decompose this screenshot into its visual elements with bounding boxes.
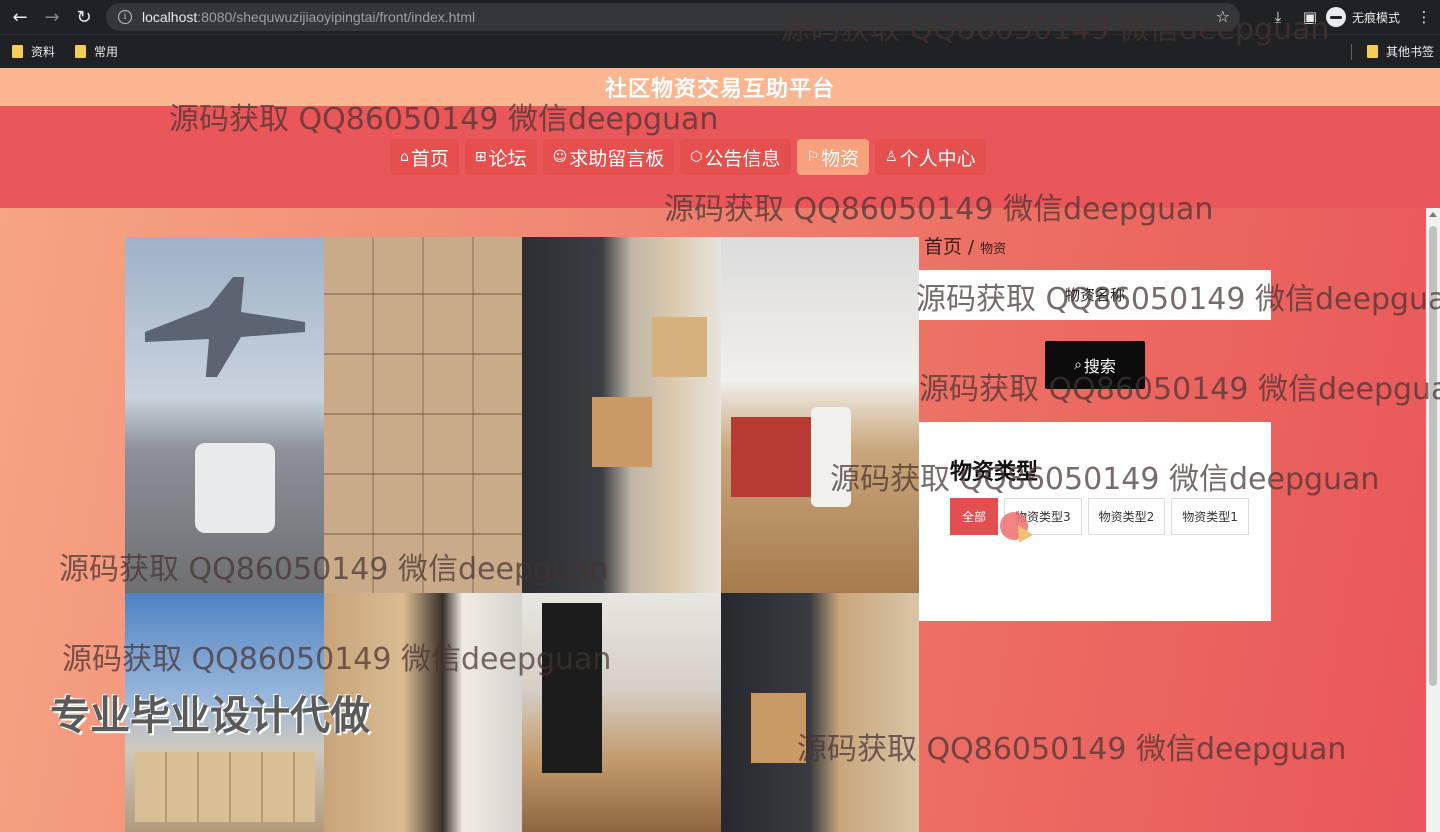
category-title: 物资类型 — [950, 460, 1039, 485]
goods-image[interactable] — [522, 593, 721, 832]
category-tag-all[interactable]: 全部 — [950, 498, 999, 535]
folder-icon — [12, 45, 23, 58]
goods-image[interactable] — [323, 237, 522, 593]
site-header: 社区物资交易互助平台 — [0, 68, 1440, 106]
scroll-thumb[interactable] — [1429, 226, 1437, 686]
scroll-up-arrow[interactable] — [1429, 212, 1437, 217]
goods-image[interactable] — [522, 237, 721, 593]
user-icon: ♙ — [885, 149, 898, 165]
download-icon[interactable]: ⤓ — [1262, 8, 1294, 26]
nav-announcements[interactable]: ⬡ 公告信息 — [680, 139, 791, 175]
page-scrollbar[interactable] — [1426, 208, 1440, 832]
goods-gallery — [125, 237, 919, 832]
incognito-icon — [1325, 7, 1346, 27]
category-tag[interactable]: 物资类型1 — [1171, 498, 1249, 535]
incognito-label: 无痕模式 — [1351, 10, 1400, 25]
search-input[interactable] — [919, 270, 1271, 320]
reload-icon[interactable]: ↻ — [70, 3, 98, 31]
category-tag[interactable]: 物资类型2 — [1087, 498, 1166, 535]
url-text[interactable]: localhost:8080/shequwuzijiaoyipingtai/fr… — [142, 9, 475, 25]
folder-icon — [75, 45, 87, 58]
nav-home[interactable]: ⌂ 首页 — [390, 139, 459, 175]
incognito-indicator[interactable]: 无痕模式 — [1325, 7, 1400, 27]
cube-icon: ⬡ — [690, 149, 703, 165]
smile-icon: ☺ — [552, 149, 568, 165]
home-icon: ⌂ — [400, 149, 409, 165]
forward-icon[interactable]: → — [38, 3, 66, 31]
breadcrumb-home[interactable]: 首页 — [924, 232, 962, 259]
gift-icon: ⊞ — [474, 149, 487, 165]
nav-goods[interactable]: ⚐ 物资 — [796, 139, 870, 175]
back-icon[interactable]: ← — [6, 3, 34, 31]
other-bookmarks[interactable]: 其他书签 — [1366, 43, 1434, 60]
info-icon[interactable]: i — [118, 10, 132, 24]
mouse-cursor — [1000, 512, 1028, 540]
nav-help-board[interactable]: ☺ 求助留言板 — [542, 139, 675, 175]
bookmarks-bar: 资料 常用 其他书签 — [0, 34, 1440, 68]
side-panel-icon[interactable]: ▣ — [1294, 8, 1326, 26]
goods-image[interactable] — [720, 237, 919, 593]
search-icon: ⌕ — [1074, 357, 1082, 373]
address-bar[interactable]: i localhost:8080/shequwuzijiaoyipingtai/… — [106, 3, 1240, 31]
search-button[interactable]: ⌕ 搜索 — [1045, 341, 1145, 389]
bookmark-star-icon[interactable]: ☆ — [1216, 7, 1230, 26]
goods-image[interactable] — [720, 593, 919, 832]
browser-toolbar: ← → ↻ i localhost:8080/shequwuzijiaoyipi… — [0, 0, 1440, 34]
bookmark-folder-2[interactable]: 常用 — [75, 43, 118, 60]
bookmark-separator — [1351, 44, 1352, 60]
menu-icon[interactable]: ⋮ — [1408, 8, 1440, 26]
main-nav: ⌂ 首页 ⊞ 论坛 ☺ 求助留言板 ⬡ 公告信息 ⚐ 物资 ♙ 个人中心 — [0, 106, 1440, 208]
breadcrumb-separator: / — [968, 237, 975, 258]
goods-image[interactable] — [125, 237, 324, 593]
site-title: 社区物资交易互助平台 — [604, 77, 835, 102]
nav-forum[interactable]: ⊞ 论坛 — [464, 139, 537, 175]
nav-profile[interactable]: ♙ 个人中心 — [875, 139, 986, 175]
breadcrumb-current: 物资 — [980, 242, 1007, 257]
breadcrumb: 首页 / 物资 — [924, 232, 1006, 259]
folder-icon — [1366, 45, 1378, 58]
promo-watermark: 专业毕业设计代做 — [50, 693, 370, 739]
category-panel: 物资类型 全部 物资类型3 物资类型2 物资类型1 — [919, 422, 1271, 621]
bookmark-folder-1[interactable]: 资料 — [12, 43, 55, 60]
flag-icon: ⚐ — [806, 149, 820, 165]
